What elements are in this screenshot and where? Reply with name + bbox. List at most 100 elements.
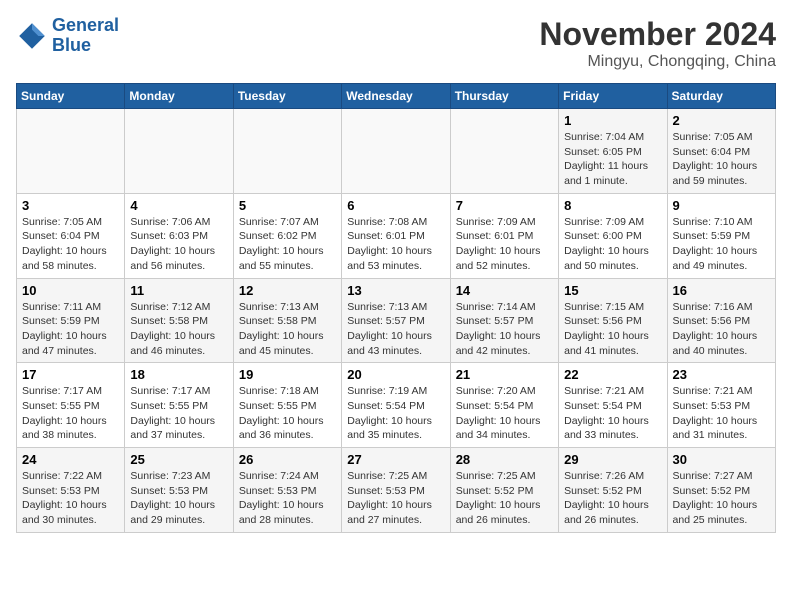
day-info: Sunrise: 7:09 AM Sunset: 6:01 PM Dayligh…: [456, 215, 553, 274]
calendar-cell: 17 Sunrise: 7:17 AM Sunset: 5:55 PM Dayli…: [17, 363, 125, 448]
location: Mingyu, Chongqing, China: [539, 53, 776, 71]
day-info: Sunrise: 7:25 AM Sunset: 5:52 PM Dayligh…: [456, 469, 553, 528]
day-info: Sunrise: 7:10 AM Sunset: 5:59 PM Dayligh…: [673, 215, 770, 274]
day-info: Sunrise: 7:27 AM Sunset: 5:52 PM Dayligh…: [673, 469, 770, 528]
day-number: 21: [456, 367, 553, 382]
calendar-cell: 29 Sunrise: 7:26 AM Sunset: 5:52 PM Dayli…: [559, 448, 667, 533]
day-number: 12: [239, 283, 336, 298]
day-info: Sunrise: 7:14 AM Sunset: 5:57 PM Dayligh…: [456, 300, 553, 359]
day-info: Sunrise: 7:17 AM Sunset: 5:55 PM Dayligh…: [130, 384, 227, 443]
title-block: November 2024 Mingyu, Chongqing, China: [539, 16, 776, 71]
day-number: 19: [239, 367, 336, 382]
calendar-cell: 27 Sunrise: 7:25 AM Sunset: 5:53 PM Dayli…: [342, 448, 450, 533]
day-number: 8: [564, 198, 661, 213]
calendar-cell: 22 Sunrise: 7:21 AM Sunset: 5:54 PM Dayli…: [559, 363, 667, 448]
calendar-cell: 14Sunrise: 7:14 AM Sunset: 5:57 PM Dayli…: [450, 278, 558, 363]
day-number: 15: [564, 283, 661, 298]
day-number: 5: [239, 198, 336, 213]
day-number: 1: [564, 113, 661, 128]
calendar-cell: 20 Sunrise: 7:19 AM Sunset: 5:54 PM Dayli…: [342, 363, 450, 448]
day-info: Sunrise: 7:15 AM Sunset: 5:56 PM Dayligh…: [564, 300, 661, 359]
day-number: 16: [673, 283, 770, 298]
day-number: 23: [673, 367, 770, 382]
calendar-cell: [450, 109, 558, 194]
logo: General Blue: [16, 16, 119, 56]
day-info: Sunrise: 7:19 AM Sunset: 5:54 PM Dayligh…: [347, 384, 444, 443]
day-info: Sunrise: 7:07 AM Sunset: 6:02 PM Dayligh…: [239, 215, 336, 274]
day-info: Sunrise: 7:17 AM Sunset: 5:55 PM Dayligh…: [22, 384, 119, 443]
day-number: 13: [347, 283, 444, 298]
day-info: Sunrise: 7:04 AM Sunset: 6:05 PM Dayligh…: [564, 130, 661, 189]
day-info: Sunrise: 7:12 AM Sunset: 5:58 PM Dayligh…: [130, 300, 227, 359]
calendar-cell: 7 Sunrise: 7:09 AM Sunset: 6:01 PM Daylig…: [450, 193, 558, 278]
calendar-cell: 24 Sunrise: 7:22 AM Sunset: 5:53 PM Dayli…: [17, 448, 125, 533]
day-info: Sunrise: 7:26 AM Sunset: 5:52 PM Dayligh…: [564, 469, 661, 528]
day-info: Sunrise: 7:23 AM Sunset: 5:53 PM Dayligh…: [130, 469, 227, 528]
day-info: Sunrise: 7:25 AM Sunset: 5:53 PM Dayligh…: [347, 469, 444, 528]
calendar-cell: 26 Sunrise: 7:24 AM Sunset: 5:53 PM Dayli…: [233, 448, 341, 533]
day-info: Sunrise: 7:06 AM Sunset: 6:03 PM Dayligh…: [130, 215, 227, 274]
weekday-header: Saturday: [667, 84, 775, 109]
day-number: 24: [22, 452, 119, 467]
day-number: 9: [673, 198, 770, 213]
day-number: 6: [347, 198, 444, 213]
day-info: Sunrise: 7:05 AM Sunset: 6:04 PM Dayligh…: [22, 215, 119, 274]
day-number: 20: [347, 367, 444, 382]
calendar-week-row: 10 Sunrise: 7:11 AM Sunset: 5:59 PM Dayli…: [17, 278, 776, 363]
day-info: Sunrise: 7:22 AM Sunset: 5:53 PM Dayligh…: [22, 469, 119, 528]
day-number: 4: [130, 198, 227, 213]
calendar-cell: 15 Sunrise: 7:15 AM Sunset: 5:56 PM Dayli…: [559, 278, 667, 363]
month-title: November 2024: [539, 16, 776, 53]
day-number: 25: [130, 452, 227, 467]
calendar-cell: 23 Sunrise: 7:21 AM Sunset: 5:53 PM Dayli…: [667, 363, 775, 448]
day-number: 30: [673, 452, 770, 467]
calendar-cell: 10 Sunrise: 7:11 AM Sunset: 5:59 PM Dayli…: [17, 278, 125, 363]
calendar-cell: 11 Sunrise: 7:12 AM Sunset: 5:58 PM Dayli…: [125, 278, 233, 363]
calendar-cell: 2 Sunrise: 7:05 AM Sunset: 6:04 PM Daylig…: [667, 109, 775, 194]
calendar-cell: 4 Sunrise: 7:06 AM Sunset: 6:03 PM Daylig…: [125, 193, 233, 278]
calendar-cell: 21Sunrise: 7:20 AM Sunset: 5:54 PM Dayli…: [450, 363, 558, 448]
day-number: 2: [673, 113, 770, 128]
day-info: Sunrise: 7:21 AM Sunset: 5:53 PM Dayligh…: [673, 384, 770, 443]
weekday-header: Thursday: [450, 84, 558, 109]
calendar-cell: 9 Sunrise: 7:10 AM Sunset: 5:59 PM Daylig…: [667, 193, 775, 278]
calendar-cell: [233, 109, 341, 194]
page-header: General Blue November 2024 Mingyu, Chong…: [16, 16, 776, 71]
day-number: 28: [456, 452, 553, 467]
calendar-cell: 5 Sunrise: 7:07 AM Sunset: 6:02 PM Daylig…: [233, 193, 341, 278]
day-info: Sunrise: 7:13 AM Sunset: 5:58 PM Dayligh…: [239, 300, 336, 359]
day-info: Sunrise: 7:18 AM Sunset: 5:55 PM Dayligh…: [239, 384, 336, 443]
day-number: 3: [22, 198, 119, 213]
calendar-cell: 25 Sunrise: 7:23 AM Sunset: 5:53 PM Dayli…: [125, 448, 233, 533]
day-number: 26: [239, 452, 336, 467]
calendar-cell: 13Sunrise: 7:13 AM Sunset: 5:57 PM Dayli…: [342, 278, 450, 363]
day-number: 7: [456, 198, 553, 213]
calendar-week-row: 24 Sunrise: 7:22 AM Sunset: 5:53 PM Dayli…: [17, 448, 776, 533]
calendar-cell: 18Sunrise: 7:17 AM Sunset: 5:55 PM Dayli…: [125, 363, 233, 448]
weekday-header: Tuesday: [233, 84, 341, 109]
calendar-cell: 30 Sunrise: 7:27 AM Sunset: 5:52 PM Dayli…: [667, 448, 775, 533]
weekday-header: Friday: [559, 84, 667, 109]
calendar-week-row: 17 Sunrise: 7:17 AM Sunset: 5:55 PM Dayli…: [17, 363, 776, 448]
logo-icon: [16, 20, 48, 52]
day-number: 10: [22, 283, 119, 298]
day-number: 29: [564, 452, 661, 467]
calendar-cell: 28 Sunrise: 7:25 AM Sunset: 5:52 PM Dayli…: [450, 448, 558, 533]
day-number: 17: [22, 367, 119, 382]
day-number: 11: [130, 283, 227, 298]
day-number: 22: [564, 367, 661, 382]
calendar-cell: 1 Sunrise: 7:04 AM Sunset: 6:05 PM Daylig…: [559, 109, 667, 194]
calendar-header-row: SundayMondayTuesdayWednesdayThursdayFrid…: [17, 84, 776, 109]
day-info: Sunrise: 7:05 AM Sunset: 6:04 PM Dayligh…: [673, 130, 770, 189]
day-info: Sunrise: 7:09 AM Sunset: 6:00 PM Dayligh…: [564, 215, 661, 274]
day-info: Sunrise: 7:21 AM Sunset: 5:54 PM Dayligh…: [564, 384, 661, 443]
day-info: Sunrise: 7:24 AM Sunset: 5:53 PM Dayligh…: [239, 469, 336, 528]
weekday-header: Monday: [125, 84, 233, 109]
calendar-cell: [17, 109, 125, 194]
weekday-header: Wednesday: [342, 84, 450, 109]
day-info: Sunrise: 7:16 AM Sunset: 5:56 PM Dayligh…: [673, 300, 770, 359]
day-info: Sunrise: 7:11 AM Sunset: 5:59 PM Dayligh…: [22, 300, 119, 359]
day-number: 27: [347, 452, 444, 467]
calendar-week-row: 1 Sunrise: 7:04 AM Sunset: 6:05 PM Daylig…: [17, 109, 776, 194]
calendar-cell: 19 Sunrise: 7:18 AM Sunset: 5:55 PM Dayli…: [233, 363, 341, 448]
